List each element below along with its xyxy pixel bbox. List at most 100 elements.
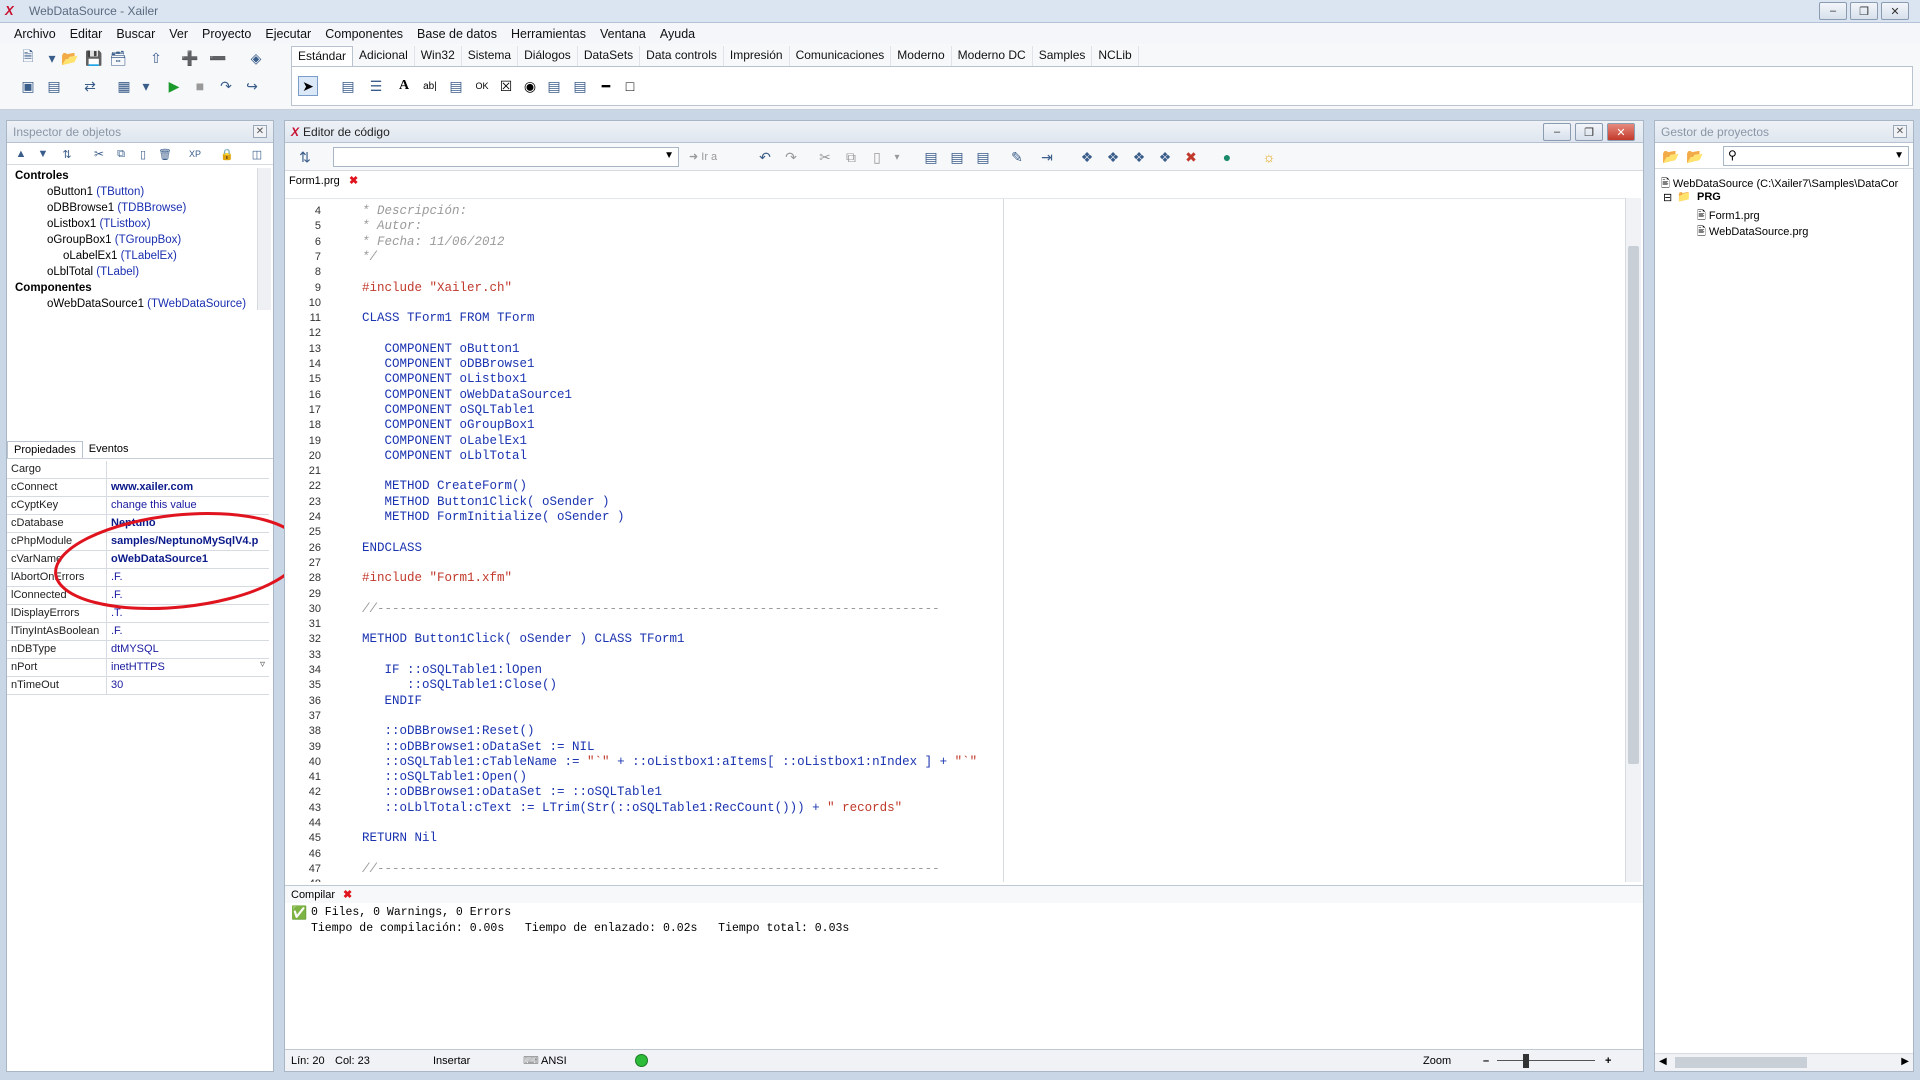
property-row[interactable]: Cargo — [7, 461, 269, 479]
property-row[interactable]: nDBType dtMYSQL — [7, 641, 269, 659]
code-line[interactable]: 39 ::oDBBrowse1:oDataSet := NIL — [285, 740, 1595, 755]
listbox-component-icon[interactable]: ▤ — [544, 76, 564, 96]
code-line[interactable]: 17 COMPONENT oSQLTable1 — [285, 403, 1595, 418]
menu-editar[interactable]: Editar — [70, 27, 103, 41]
add-file-icon[interactable]: ➕ — [180, 48, 200, 68]
down-arrow-icon[interactable]: ▼ — [33, 144, 53, 164]
redo-icon[interactable]: ↷ — [781, 147, 801, 167]
projects-hscrollbar[interactable]: ◀ ▶ — [1655, 1053, 1913, 1071]
scroll-left-icon[interactable]: ◀ — [1659, 1056, 1667, 1067]
code-line[interactable]: 35 ::oSQLTable1:Close() — [285, 678, 1595, 693]
tree-group-controles[interactable]: Controles — [15, 170, 69, 182]
new-file-icon[interactable]: 🗎 — [18, 48, 38, 68]
code-line[interactable]: 6 * Fecha: 11/06/2012 — [285, 235, 1595, 250]
code-line[interactable]: 48 — [285, 877, 1595, 882]
sun-icon[interactable]: ☼ — [1259, 147, 1279, 167]
xp-style-icon[interactable]: XP — [185, 144, 205, 164]
paste-icon[interactable]: ▯ — [133, 144, 153, 164]
code-line[interactable]: 36 ENDIF — [285, 694, 1595, 709]
form-icon[interactable]: ▣ — [18, 76, 38, 96]
tree-item-olistbox1[interactable]: oListbox1 (TListbox) — [47, 218, 151, 230]
code-line[interactable]: 43 ::oLblTotal:cText := LTrim(Str(::oSQL… — [285, 801, 1595, 816]
cut-icon[interactable]: ✂ — [815, 147, 835, 167]
tab-data-controls[interactable]: Data controls — [640, 46, 724, 66]
tab-dialogos[interactable]: Diálogos — [518, 46, 578, 66]
menu-proyecto[interactable]: Proyecto — [202, 27, 251, 41]
code-line[interactable]: 28 #include "Form1.xfm" — [285, 571, 1595, 586]
code-line[interactable]: 25 — [285, 525, 1595, 540]
code-line[interactable]: 9 #include "Xailer.ch" — [285, 281, 1595, 296]
goto-button[interactable]: ➜ Ir a — [689, 150, 717, 163]
bookmark-clear-icon[interactable]: ✖ — [1181, 147, 1201, 167]
code-line[interactable]: 44 — [285, 816, 1595, 831]
form-component-icon[interactable]: ▤ — [338, 76, 358, 96]
grid-icon[interactable]: ▦ — [114, 76, 134, 96]
tab-eventos[interactable]: Eventos — [83, 441, 135, 458]
project-search-input[interactable]: ⚲ ▼ — [1723, 146, 1909, 166]
menu-ver[interactable]: Ver — [169, 27, 188, 41]
code-line[interactable]: 5 * Autor: — [285, 219, 1595, 234]
code-line[interactable]: 31 — [285, 617, 1595, 632]
sort-members-icon[interactable]: ⇅ — [295, 147, 315, 167]
member-selector[interactable]: ▼ — [333, 147, 679, 167]
menu-base-de-datos[interactable]: Base de datos — [417, 27, 497, 41]
layout-icon[interactable]: ◫ — [247, 144, 267, 164]
bookmark-list-icon[interactable]: ❖ — [1155, 147, 1175, 167]
tab-moderno[interactable]: Moderno — [891, 46, 952, 66]
tab-propiedades[interactable]: Propiedades — [7, 441, 83, 458]
code-line[interactable]: 4 * Descripción: — [285, 204, 1595, 219]
paste-icon[interactable]: ▯ — [867, 147, 887, 167]
tab-nclib[interactable]: NCLib — [1092, 46, 1139, 66]
menu-herramientas[interactable]: Herramientas — [511, 27, 586, 41]
code-line[interactable]: 21 — [285, 464, 1595, 479]
unit-icon[interactable]: ▤ — [44, 76, 64, 96]
pointer-icon[interactable]: ➤ — [298, 76, 318, 96]
menu-archivo[interactable]: Archivo — [14, 27, 56, 41]
stop-icon[interactable]: ■ — [190, 76, 210, 96]
code-line[interactable]: 37 — [285, 709, 1595, 724]
tree-scrollbar[interactable] — [257, 168, 271, 310]
hscroll-thumb[interactable] — [1675, 1057, 1807, 1068]
zoom-out-button[interactable]: – — [1483, 1055, 1489, 1067]
zoom-slider-thumb[interactable] — [1523, 1054, 1529, 1068]
code-line[interactable]: 41 ::oSQLTable1:Open() — [285, 770, 1595, 785]
close-compile-tab-icon[interactable]: ✖ — [343, 888, 352, 901]
run-icon[interactable]: ▶ — [164, 76, 184, 96]
editor-minimize-button[interactable]: – — [1543, 123, 1571, 141]
code-line[interactable]: 45 RETURN Nil — [285, 831, 1595, 846]
scrollbar-thumb[interactable] — [1628, 246, 1639, 764]
code-line[interactable]: 8 — [285, 265, 1595, 280]
bookmark-icon[interactable]: ❖ — [1077, 147, 1097, 167]
zoom-slider-track[interactable] — [1497, 1060, 1595, 1061]
code-line[interactable]: 14 COMPONENT oDBBrowse1 — [285, 357, 1595, 372]
bookmark-prev-icon[interactable]: ❖ — [1103, 147, 1123, 167]
code-line[interactable]: 19 COMPONENT oLabelEx1 — [285, 434, 1595, 449]
open-project-icon[interactable]: 📂 — [1661, 146, 1681, 166]
code-line[interactable]: 40 ::oSQLTable1:cTableName := "`" + ::oL… — [285, 755, 1595, 770]
scroll-right-icon[interactable]: ▶ — [1901, 1056, 1909, 1067]
maximize-button[interactable]: ❐ — [1850, 2, 1878, 20]
code-line[interactable]: 20 COMPONENT oLblTotal — [285, 449, 1595, 464]
code-line[interactable]: 29 — [285, 587, 1595, 602]
code-line[interactable]: 12 — [285, 326, 1595, 341]
code-line[interactable]: 30 //------------------------------------… — [285, 602, 1595, 617]
property-value[interactable] — [107, 461, 269, 478]
editor-close-button[interactable]: ✕ — [1607, 123, 1635, 141]
close-inspector-icon[interactable]: ✕ — [253, 125, 267, 138]
step-over-icon[interactable]: ↷ — [216, 76, 236, 96]
edit-icon[interactable]: ✎ — [1007, 147, 1027, 167]
code-line[interactable]: 18 COMPONENT oGroupBox1 — [285, 418, 1595, 433]
tab-estandar[interactable]: Estándar — [291, 46, 354, 66]
code-line[interactable]: 7 */ — [285, 250, 1595, 265]
find-replace-icon[interactable]: ▤ — [947, 147, 967, 167]
code-line[interactable]: 23 METHOD Button1Click( oSender ) — [285, 495, 1595, 510]
code-line[interactable]: 46 — [285, 847, 1595, 862]
paste-dropdown-icon[interactable]: ▾ — [887, 147, 907, 167]
code-line[interactable]: 24 METHOD FormInitialize( oSender ) — [285, 510, 1595, 525]
close-tab-icon[interactable]: ✖ — [349, 174, 358, 187]
delete-icon[interactable]: 🗑 — [155, 144, 175, 164]
remove-file-icon[interactable]: ➖ — [208, 48, 228, 68]
lock-icon[interactable]: 🔒 — [217, 144, 237, 164]
find-next-icon[interactable]: ▤ — [973, 147, 993, 167]
tree-group-componentes[interactable]: Componentes — [15, 282, 92, 294]
